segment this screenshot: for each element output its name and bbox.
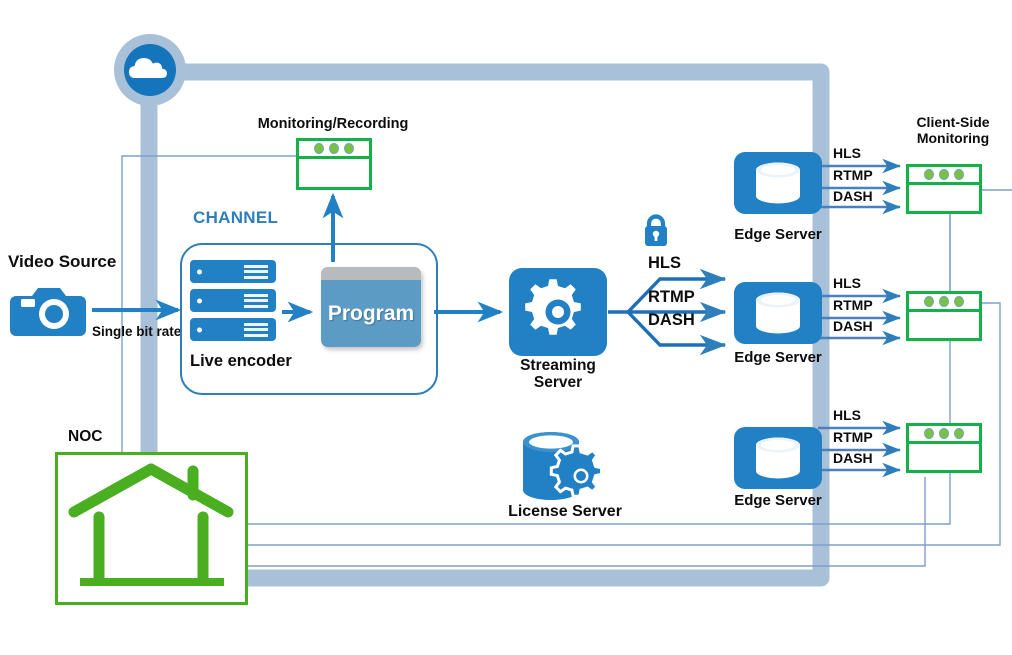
status-dot: [924, 169, 934, 180]
status-dot: [344, 143, 354, 154]
protocol-label-dash: DASH: [648, 311, 695, 329]
edge2-protocol-dash: DASH: [833, 318, 873, 334]
database-gear-icon: [513, 428, 617, 510]
status-dot: [924, 296, 934, 307]
status-dot: [314, 143, 324, 154]
camera-icon: [10, 280, 88, 342]
streaming-server-label: Streaming Server: [520, 357, 596, 392]
monitor-window-titlebar: [909, 426, 979, 444]
monitor-window-titlebar: [909, 167, 979, 185]
edge3-protocol-hls: HLS: [833, 407, 861, 423]
program-titlebar: [321, 267, 421, 280]
status-dot: [954, 428, 964, 439]
edge-server-3-label: Edge Server: [734, 492, 822, 509]
monitoring-recording-label: Monitoring/Recording: [257, 116, 409, 132]
client-monitor-window-3: [906, 423, 982, 473]
status-dot: [939, 169, 949, 180]
edge3-protocol-rtmp: RTMP: [833, 429, 873, 445]
edge2-protocol-hls: HLS: [833, 275, 861, 291]
cloud-icon: [112, 32, 188, 110]
live-encoder-label: Live encoder: [190, 352, 292, 370]
client-side-monitoring-label: Client-Side Monitoring: [916, 114, 990, 146]
lock-icon: [641, 213, 671, 249]
client-monitor-window-2: [906, 291, 982, 341]
edge1-protocol-hls: HLS: [833, 145, 861, 161]
database-icon: [734, 282, 822, 344]
status-dot: [939, 296, 949, 307]
status-dot: [939, 428, 949, 439]
status-dot: [954, 296, 964, 307]
video-source-label: Video Source: [8, 252, 117, 271]
channel-title: CHANNEL: [193, 208, 279, 227]
status-dot: [329, 143, 339, 154]
protocol-label-rtmp: RTMP: [648, 288, 695, 306]
database-icon: [734, 152, 822, 214]
program-label: Program: [327, 301, 415, 325]
status-dot: [924, 428, 934, 439]
gear-icon: [509, 268, 607, 356]
diagram-canvas: Video Source Single bit rate CHANNEL Liv…: [0, 0, 1012, 655]
monitor-window-titlebar: [299, 141, 369, 159]
license-server-label: License Server: [508, 503, 622, 520]
building-icon: [68, 463, 234, 586]
database-icon: [734, 427, 822, 489]
server-stack-icon: [190, 260, 276, 342]
noc-label: NOC: [68, 428, 103, 445]
edge1-protocol-rtmp: RTMP: [833, 167, 873, 183]
edge3-protocol-dash: DASH: [833, 450, 873, 466]
monitor-window-titlebar: [909, 294, 979, 312]
program-window: Program: [321, 267, 421, 347]
protocol-label-hls: HLS: [648, 254, 681, 272]
status-dot: [954, 169, 964, 180]
edge-server-1-label: Edge Server: [734, 226, 822, 243]
single-bit-rate-label: Single bit rate: [92, 324, 182, 339]
client-monitor-window-1: [906, 164, 982, 214]
noc-container: [55, 452, 248, 605]
edge-server-2-label: Edge Server: [734, 349, 822, 366]
edge2-protocol-rtmp: RTMP: [833, 297, 873, 313]
edge1-protocol-dash: DASH: [833, 188, 873, 204]
monitoring-recording-window: [296, 138, 372, 190]
